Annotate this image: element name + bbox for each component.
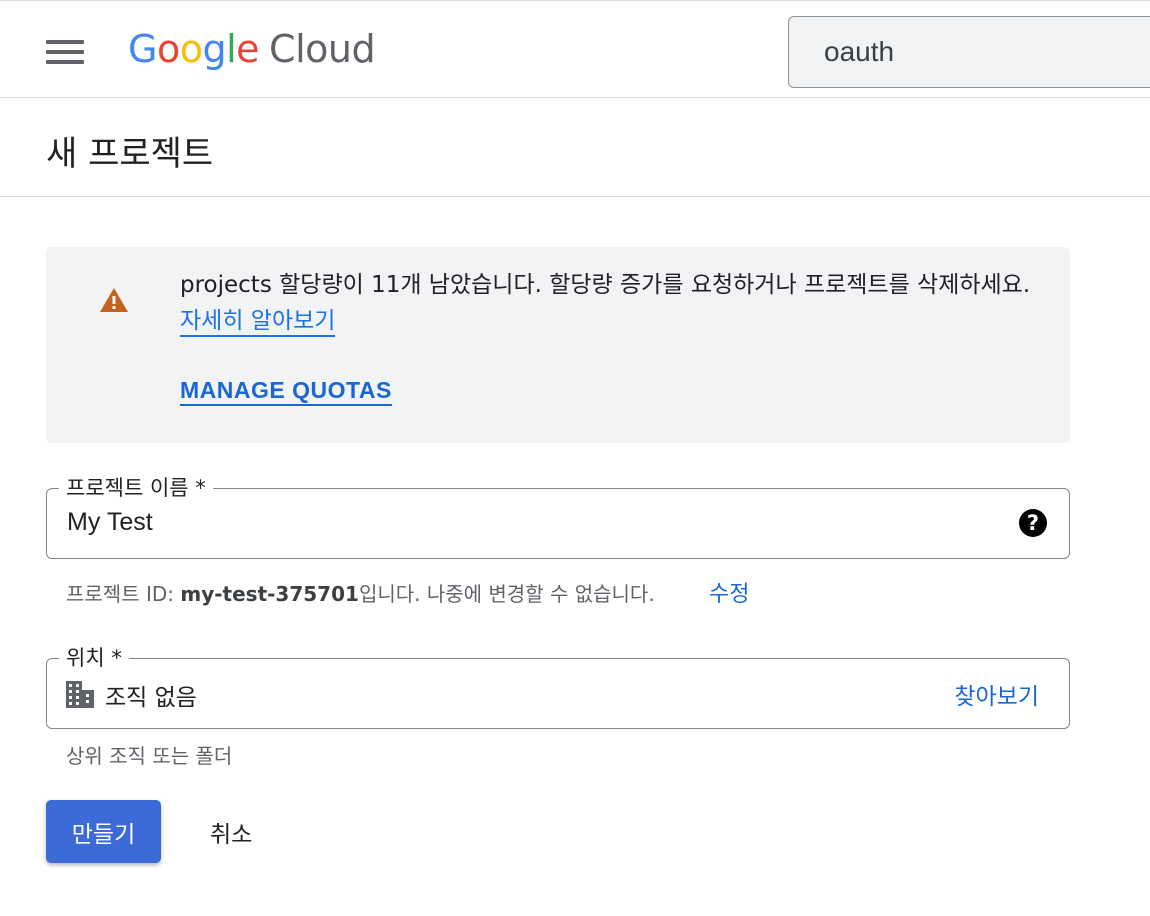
- help-icon[interactable]: ?: [1019, 509, 1047, 537]
- project-name-label: 프로젝트 이름 *: [59, 472, 213, 502]
- quota-warning-banner: projects 할당량이 11개 남았습니다. 할당량 증가를 요청하거나 프…: [46, 247, 1070, 443]
- project-id-value: my-test-375701: [180, 582, 359, 606]
- quota-warning-text: projects 할당량이 11개 남았습니다. 할당량 증가를 요청하거나 프…: [180, 267, 1050, 339]
- logo-product-name: Cloud: [269, 27, 376, 71]
- search-box[interactable]: [788, 16, 1150, 88]
- browse-location-button[interactable]: 찾아보기: [954, 677, 1039, 711]
- project-id-hint: 프로젝트 ID: my-test-375701입니다. 나중에 변경할 수 없습…: [66, 582, 655, 606]
- edit-project-id-link[interactable]: 수정: [709, 576, 749, 608]
- location-hint: 상위 조직 또는 폴더: [66, 744, 233, 768]
- search-input[interactable]: [822, 35, 1126, 69]
- create-button[interactable]: 만들기: [46, 800, 161, 863]
- page-title-bar: 새 프로젝트: [0, 98, 1150, 197]
- project-name-field[interactable]: 프로젝트 이름 * ?: [46, 472, 1070, 559]
- cancel-button[interactable]: 취소: [190, 800, 272, 863]
- learn-more-link[interactable]: 자세히 알아보기: [180, 308, 336, 337]
- hamburger-menu-icon[interactable]: [46, 40, 84, 66]
- location-value: 조직 없음: [105, 685, 197, 711]
- top-app-bar: Google Cloud: [0, 0, 1150, 98]
- google-cloud-logo[interactable]: Google Cloud: [128, 27, 376, 71]
- building-icon: [66, 681, 94, 708]
- manage-quotas-link[interactable]: MANAGE QUOTAS: [180, 377, 392, 406]
- location-field[interactable]: 위치 * 조직 없음 찾아보기: [46, 642, 1070, 729]
- location-label: 위치 *: [59, 642, 129, 672]
- warning-icon: [100, 288, 128, 312]
- quota-warning-message: projects 할당량이 11개 남았습니다. 할당량 증가를 요청하거나 프…: [180, 272, 1031, 298]
- page-title: 새 프로젝트: [46, 134, 214, 174]
- project-name-input[interactable]: [65, 507, 969, 538]
